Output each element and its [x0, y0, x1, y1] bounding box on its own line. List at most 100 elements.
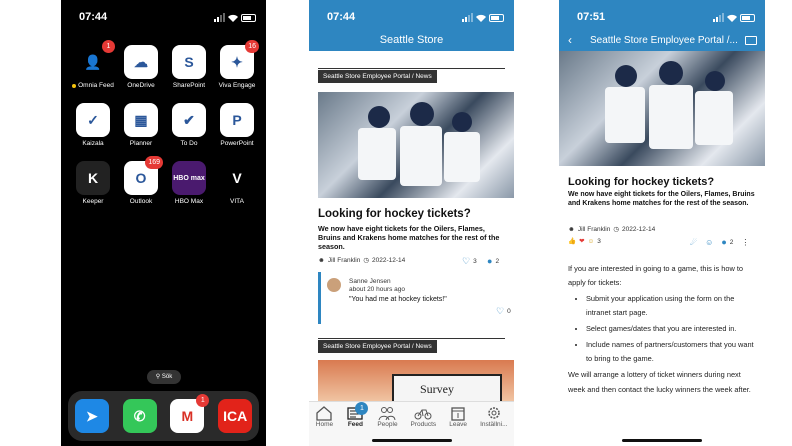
article-outro: We will arrange a lottery of ticket winn…: [568, 370, 751, 394]
battery-icon: [489, 14, 504, 22]
app-omnia-feed[interactable]: 👤 1 Omnia Feed: [69, 40, 117, 89]
app-onedrive[interactable]: ☁ OneDrive: [117, 45, 165, 89]
app-vita[interactable]: V VITA: [213, 161, 261, 205]
app-label: Outlook: [129, 198, 153, 205]
heart-icon: ♡: [496, 306, 505, 316]
post-headline[interactable]: Looking for hockey tickets?: [318, 208, 471, 220]
app-label: To Do: [180, 140, 198, 147]
notification-badge: 1: [196, 394, 210, 407]
wifi-icon: [476, 14, 486, 22]
nav-feed[interactable]: 1 Feed: [346, 402, 369, 446]
like-button[interactable]: ♡ 3: [462, 256, 477, 267]
app-glyph: M: [181, 408, 194, 424]
user-icon: ☻: [318, 256, 325, 264]
back-icon[interactable]: ‹: [568, 33, 572, 47]
gmail-icon[interactable]: M1: [170, 394, 210, 433]
spotlight-search[interactable]: ⚲ Sök: [147, 370, 181, 384]
app-label: VITA: [230, 198, 244, 205]
app-glyph: ▦: [134, 111, 148, 128]
article-bullets: Submit your application using the form o…: [568, 292, 758, 366]
app-glyph: HBO max: [173, 174, 205, 182]
comment-like-button[interactable]: ♡ 0: [496, 306, 511, 317]
nav-home[interactable]: Home: [315, 405, 333, 446]
app-label: Viva Engage: [218, 82, 256, 89]
survey-image[interactable]: Survey: [318, 360, 514, 404]
home-indicator[interactable]: [622, 439, 702, 442]
battery-icon: [740, 14, 755, 22]
comment-count: 2: [495, 257, 500, 265]
app-grid: 👤 1 Omnia Feed ☁ OneDrive S SharePoint ✦ 16 Viva …: [69, 40, 261, 205]
app-icon: P: [220, 103, 254, 137]
post-date: 2022-12-14: [372, 256, 406, 264]
nav-instllni[interactable]: Inställni...: [480, 405, 508, 446]
clock-icon: ◷: [363, 257, 370, 264]
article-author[interactable]: Jill Franklin: [578, 226, 611, 233]
article-intro: If you are interested in going to a game…: [568, 264, 744, 288]
feed-screen: 07:44 Seattle Store Seattle Store Employ…: [309, 0, 514, 446]
heart-icon: ♡: [462, 256, 471, 266]
add-reaction-icon[interactable]: ☺: [705, 238, 713, 247]
status-time: 07:44: [327, 11, 356, 23]
safari-icon[interactable]: ➤: [74, 399, 109, 433]
app-glyph: S: [184, 54, 194, 70]
app-keeper[interactable]: K Keeper: [69, 161, 117, 205]
status-bar: 07:51: [559, 10, 765, 26]
comment-button[interactable]: ● 2: [487, 256, 499, 266]
app-label: OneDrive: [127, 82, 155, 89]
breadcrumb-tag[interactable]: Seattle Store Employee Portal / News: [318, 70, 437, 83]
app-outlook[interactable]: O 169 Outlook: [117, 156, 165, 205]
reaction-count: 3: [597, 237, 601, 245]
post-author[interactable]: Jill Franklin: [328, 257, 361, 264]
app-icon: ☁: [124, 45, 158, 79]
news-image[interactable]: [318, 92, 514, 198]
app-glyph: ☁: [134, 53, 148, 70]
app-glyph: ➤: [86, 407, 98, 424]
heart-icon: ❤: [579, 238, 585, 245]
notification-badge: 169: [145, 156, 163, 169]
app-glyph: K: [87, 170, 99, 186]
share-icon[interactable]: ☄: [690, 238, 697, 247]
app-viva-engage[interactable]: ✦ 16 Viva Engage: [213, 40, 261, 89]
app-glyph: P: [232, 112, 242, 128]
article-body: If you are interested in going to a game…: [568, 262, 758, 397]
app-glyph: ✦: [231, 53, 243, 70]
home-indicator[interactable]: [371, 439, 452, 442]
app-planner[interactable]: ▦ Planner: [117, 103, 165, 147]
comment-author[interactable]: Sanne Jensen: [349, 278, 447, 286]
signal-icon: [462, 13, 473, 22]
app-glyph: 👤: [84, 53, 102, 70]
comment-icon: ●: [721, 237, 727, 247]
app-sharepoint[interactable]: S SharePoint: [165, 45, 213, 89]
app-icon: ✔: [172, 103, 206, 137]
app-hbo-max[interactable]: HBO max HBO Max: [165, 161, 213, 205]
article-meta: ☻ Jill Franklin ◷ 2022-12-14: [568, 225, 655, 234]
header-title: Seattle Store Employee Portal /...: [590, 35, 738, 46]
article-image: [559, 51, 765, 166]
status-icons: [713, 13, 755, 22]
reactions[interactable]: 👍 ❤ ☺ 3: [568, 237, 601, 246]
post-lead: We now have eight tickets for the Oilers…: [318, 224, 500, 251]
app-to-do[interactable]: ✔ To Do: [165, 103, 213, 147]
calendar-icon: [451, 407, 465, 421]
status-bar: 07:44: [309, 10, 514, 26]
app-icon: ✦ 16: [220, 40, 259, 79]
app-label: HBO Max: [174, 198, 204, 205]
app-icon: K: [76, 161, 110, 195]
phone-icon[interactable]: ✆: [122, 399, 157, 433]
bullet-item: Include names of partners/customers that…: [586, 338, 758, 366]
comment-card: Sanne Jensen about 20 hours ago "You had…: [318, 272, 511, 324]
ica-icon[interactable]: ICA: [218, 399, 253, 433]
app-powerpoint[interactable]: P PowerPoint: [213, 103, 261, 147]
more-icon[interactable]: ⋮: [741, 238, 749, 247]
app-kaizala[interactable]: ✓ Kaizala: [69, 103, 117, 147]
signal-icon: [214, 13, 225, 22]
screen-icon[interactable]: [745, 36, 757, 45]
article-actions: ☄ ☺ ● 2 ⋮: [690, 237, 749, 247]
app-icon: S: [172, 45, 206, 79]
breadcrumb-tag[interactable]: Seattle Store Employee Portal / News: [318, 340, 437, 353]
nav-leave[interactable]: Leave: [449, 405, 467, 446]
comment-count: 2: [729, 238, 734, 246]
comment-button[interactable]: ● 2: [721, 237, 733, 247]
app-glyph: ✓: [87, 111, 99, 128]
user-icon: ☻: [568, 225, 575, 233]
